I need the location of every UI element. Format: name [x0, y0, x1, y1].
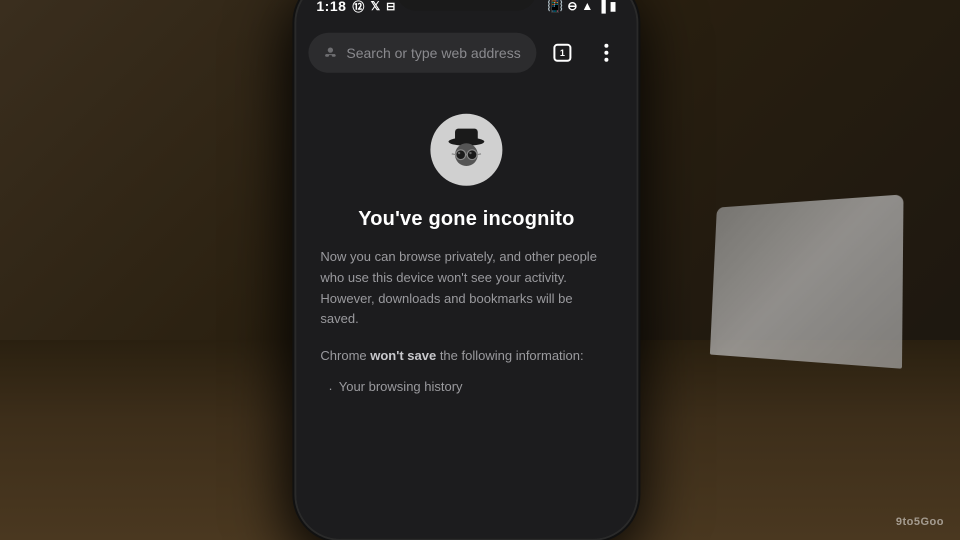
chrome-bar: Search or type web address — [308, 29, 624, 77]
signal-icon: ▐ — [597, 0, 606, 13]
incognito-title: You've gone incognito — [358, 208, 574, 231]
phone-screen: 1:18 ⑫ 𝕏 ⊟ 📳 ⊖ ▲ ▐ ▮ — [296, 0, 636, 539]
chrome-info-bold: won't save — [370, 348, 436, 363]
incognito-description: Now you can browse privately, and other … — [320, 247, 612, 330]
incognito-content: You've gone incognito Now you can browse… — [296, 84, 636, 539]
status-time: 1:18 — [316, 0, 346, 14]
phone-notch — [396, 0, 536, 11]
menu-button[interactable] — [588, 35, 624, 71]
incognito-mascot-icon — [440, 124, 492, 176]
incognito-avatar — [430, 114, 502, 186]
address-bar[interactable]: Search or type web address — [308, 33, 536, 73]
watermark: 9to5Goo — [896, 516, 944, 528]
status-right: 📳 ⊖ ▲ ▐ ▮ — [547, 0, 616, 14]
laptop-background — [710, 194, 904, 368]
bullet-text-1: Your browsing history — [339, 375, 463, 398]
menu-dot-3 — [604, 58, 608, 62]
status-left: 1:18 ⑫ 𝕏 ⊟ — [316, 0, 395, 14]
vibrate-icon: 📳 — [547, 0, 563, 14]
phone-wrapper: 1:18 ⑫ 𝕏 ⊟ 📳 ⊖ ▲ ▐ ▮ — [296, 0, 636, 539]
dnd-icon: ⊖ — [567, 0, 577, 13]
wifi-icon: ▲ — [581, 0, 593, 13]
incognito-small-icon — [322, 45, 338, 61]
incognito-chrome-info: Chrome won't save the following informat… — [320, 346, 612, 367]
address-text: Search or type web address — [346, 45, 522, 61]
battery-icon: ▮ — [610, 0, 617, 13]
twitter-icon: 𝕏 — [370, 0, 380, 13]
tab-count-box — [553, 44, 571, 62]
bullet-dot: · — [328, 377, 332, 400]
list-item: · Your browsing history — [328, 375, 612, 400]
scene: 1:18 ⑫ 𝕏 ⊟ 📳 ⊖ ▲ ▐ ▮ — [0, 0, 960, 540]
tab-switcher-button[interactable] — [544, 35, 580, 71]
bullet-list: · Your browsing history — [320, 375, 612, 400]
chrome-info-suffix: the following information: — [436, 348, 583, 363]
menu-dot-2 — [604, 51, 608, 55]
cast-icon: ⊟ — [386, 0, 395, 12]
spotify-icon: ⑫ — [352, 0, 364, 14]
menu-dot-1 — [604, 44, 608, 48]
chrome-info-prefix: Chrome — [320, 348, 370, 363]
phone: 1:18 ⑫ 𝕏 ⊟ 📳 ⊖ ▲ ▐ ▮ — [296, 0, 636, 539]
